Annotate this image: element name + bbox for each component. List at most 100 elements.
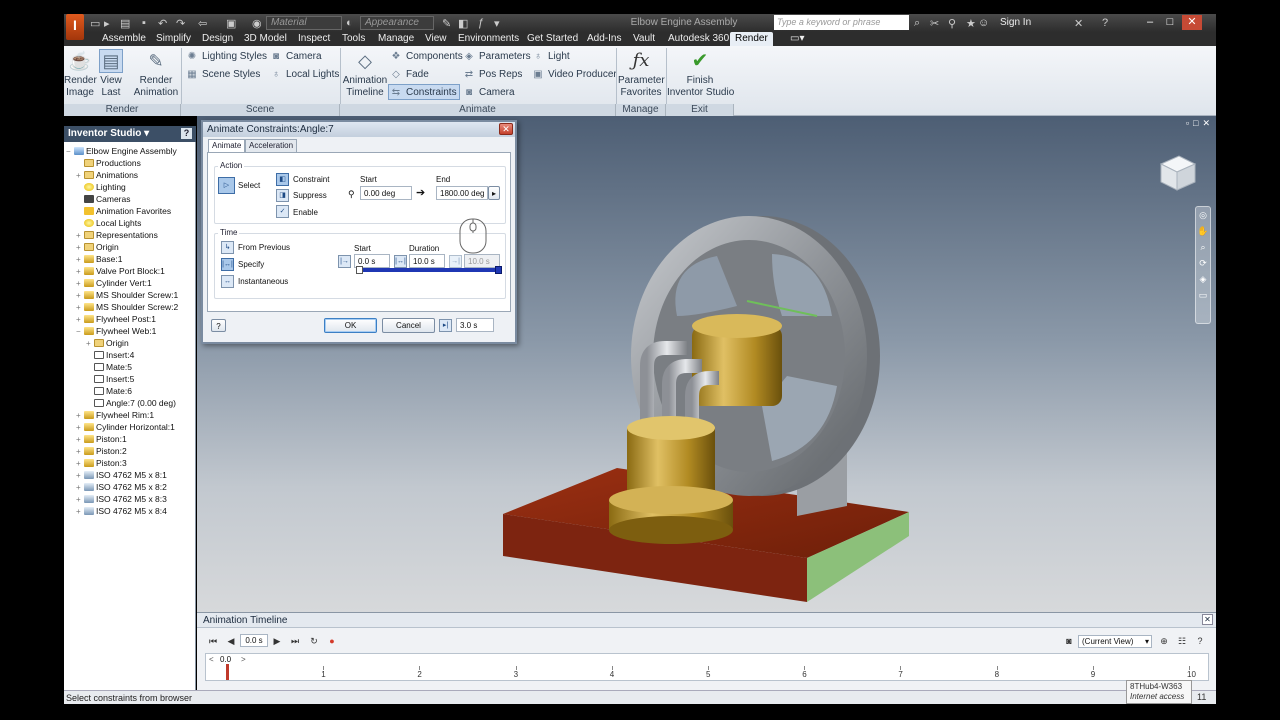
expander-icon[interactable]: − (66, 146, 74, 158)
tab-environments[interactable]: Environments (458, 32, 519, 46)
minimize-button[interactable]: – (1140, 15, 1160, 30)
browser-node[interactable]: + ISO 4762 M5 x 8:1 (66, 469, 194, 481)
close-window-button[interactable]: ✕ (1182, 15, 1202, 30)
current-time-field[interactable]: 0.0 s (240, 634, 268, 647)
browser-node[interactable]: + Flywheel Post:1 (66, 313, 194, 325)
cancel-button[interactable]: Cancel (382, 318, 435, 333)
tab-tools[interactable]: Tools (342, 32, 365, 46)
timeline-close-button[interactable]: ✕ (1202, 614, 1213, 625)
browser-help-button[interactable]: ? (181, 128, 192, 139)
favorites-icon[interactable]: ★ (966, 17, 976, 30)
record-icon[interactable]: ● (325, 635, 339, 647)
local-lights-button[interactable]: ♁ Local Lights (269, 67, 339, 83)
browser-node[interactable]: + Piston:2 (66, 445, 194, 457)
parameters-button[interactable]: ◈ Parameters (462, 49, 531, 65)
animation-timeline-button[interactable]: ◇ Animation Timeline (342, 49, 388, 99)
browser-node[interactable]: + Flywheel Rim:1 (66, 409, 194, 421)
browser-node[interactable]: Lighting (66, 181, 194, 193)
render-animation-button[interactable]: ✎ Render Animation (132, 49, 180, 99)
browser-node[interactable]: + MS Shoulder Screw:1 (66, 289, 194, 301)
specify-icon[interactable]: |↔| (221, 258, 234, 271)
lighting-styles-button[interactable]: ✺ Lighting Styles (185, 49, 267, 65)
ribbon-options-icon[interactable]: ▭▾ (790, 32, 804, 46)
browser-node[interactable]: Insert:4 (66, 349, 194, 361)
time-range-slider[interactable] (360, 268, 500, 272)
browser-node[interactable]: + Origin (66, 337, 194, 349)
tab-assemble[interactable]: Assemble (102, 32, 146, 46)
help-icon[interactable]: ? (1102, 17, 1108, 29)
maximize-button[interactable]: □ (1160, 15, 1180, 30)
expander-icon[interactable]: + (76, 506, 84, 518)
fade-button[interactable]: ◇ Fade (389, 67, 429, 83)
browser-node[interactable]: + Base:1 (66, 253, 194, 265)
slider-end-handle[interactable] (495, 266, 502, 274)
animation-options-icon[interactable]: ☷ (1175, 635, 1189, 647)
timeline-help-icon[interactable]: ? (1193, 635, 1207, 647)
dialog-help-button[interactable]: ? (211, 319, 226, 332)
open-folder-icon[interactable]: ▤ (120, 17, 130, 30)
select-cursor-icon[interactable]: ▷ (218, 177, 235, 194)
subscription-icon[interactable]: ⚲ (948, 17, 956, 30)
browser-node[interactable]: + Cylinder Vert:1 (66, 277, 194, 289)
browser-node[interactable]: Cameras (66, 193, 194, 205)
update-icon[interactable]: ◉ (252, 17, 262, 30)
tab-vault[interactable]: Vault (633, 32, 655, 46)
browser-node[interactable]: Mate:6 (66, 385, 194, 397)
light-button[interactable]: ♁ Light (531, 49, 569, 65)
browser-node[interactable]: + Piston:1 (66, 433, 194, 445)
appearance-dropdown[interactable]: Appearance (360, 16, 434, 30)
tab-inspect[interactable]: Inspect (298, 32, 330, 46)
select-icon[interactable]: ▣ (226, 17, 236, 30)
browser-node[interactable]: + Cylinder Horizontal:1 (66, 421, 194, 433)
browser-node[interactable]: Animation Favorites (66, 205, 194, 217)
playback-icon[interactable]: ▸| (439, 319, 452, 332)
redo-icon[interactable]: ↷ (176, 17, 185, 30)
expander-icon[interactable]: − (76, 326, 84, 338)
browser-node[interactable]: Insert:5 (66, 373, 194, 385)
play-icon[interactable]: ▶ (270, 635, 284, 647)
components-button[interactable]: ❖ Components (389, 49, 463, 65)
browser-header[interactable]: Inventor Studio ▾ ? (64, 126, 196, 142)
ruler-scroll-right[interactable]: > (241, 655, 246, 664)
render-image-button[interactable]: ☕ Render Image (64, 49, 97, 99)
browser-node[interactable]: + ISO 4762 M5 x 8:4 (66, 505, 194, 517)
timeline-ruler[interactable]: < 0.0 > 1 2 3 4 5 6 7 8 9 10 (205, 653, 1209, 681)
tab-view[interactable]: View (425, 32, 447, 46)
adjust-icon[interactable]: ◧ (458, 17, 468, 30)
tab-animate[interactable]: Animate (208, 139, 246, 153)
search-icon[interactable]: ⌕ (914, 17, 920, 30)
camera-button[interactable]: ◙ Camera (269, 49, 322, 65)
tools-icon[interactable]: ✂ (930, 17, 939, 30)
tab-get-started[interactable]: Get Started (527, 32, 578, 46)
ruler-scroll-left[interactable]: < (209, 655, 214, 664)
customize-icon[interactable]: ▾ (494, 17, 500, 30)
open-icon[interactable]: ▸ (104, 17, 110, 30)
tab-autodesk-360[interactable]: Autodesk 360 (668, 32, 729, 46)
app-menu-button[interactable]: I (66, 14, 84, 40)
end-angle-flyout[interactable]: ▸ (488, 186, 500, 200)
video-producer-button[interactable]: ▣ Video Producer (531, 67, 616, 83)
browser-node[interactable]: Mate:5 (66, 361, 194, 373)
playhead[interactable] (226, 664, 229, 680)
save-icon[interactable]: ▪ (142, 17, 146, 29)
tab-manage[interactable]: Manage (378, 32, 414, 46)
tab-design[interactable]: Design (202, 32, 233, 46)
end-angle-field[interactable]: 1800.00 deg (436, 186, 488, 200)
fx-icon[interactable]: ƒ (478, 17, 484, 29)
undo-icon[interactable]: ↶ (158, 17, 167, 30)
parameter-favorites-button[interactable]: ƒx Parameter Favorites (618, 49, 665, 99)
constraints-button[interactable]: ⇆ Constraints (388, 84, 460, 100)
constraint-action-icon[interactable]: ◧ (276, 173, 289, 186)
dialog-title[interactable]: Animate Constraints:Angle:7 ✕ (203, 122, 515, 137)
pos-reps-button[interactable]: ⇄ Pos Reps (462, 67, 523, 83)
from-previous-icon[interactable]: ↳ (221, 241, 234, 254)
sign-in-button[interactable]: Sign In (1000, 17, 1031, 28)
browser-node[interactable]: + ISO 4762 M5 x 8:3 (66, 493, 194, 505)
tab-3d-model[interactable]: 3D Model (244, 32, 287, 46)
exchange-icon[interactable]: ✕ (1074, 17, 1083, 30)
browser-node[interactable]: + ISO 4762 M5 x 8:2 (66, 481, 194, 493)
instantaneous-icon[interactable]: ↔ (221, 275, 234, 288)
camera-view-dropdown[interactable]: (Current View) ▾ (1078, 635, 1152, 648)
measure-icon[interactable]: ⚲ (348, 189, 355, 200)
duration-field[interactable]: 10.0 s (409, 254, 445, 268)
